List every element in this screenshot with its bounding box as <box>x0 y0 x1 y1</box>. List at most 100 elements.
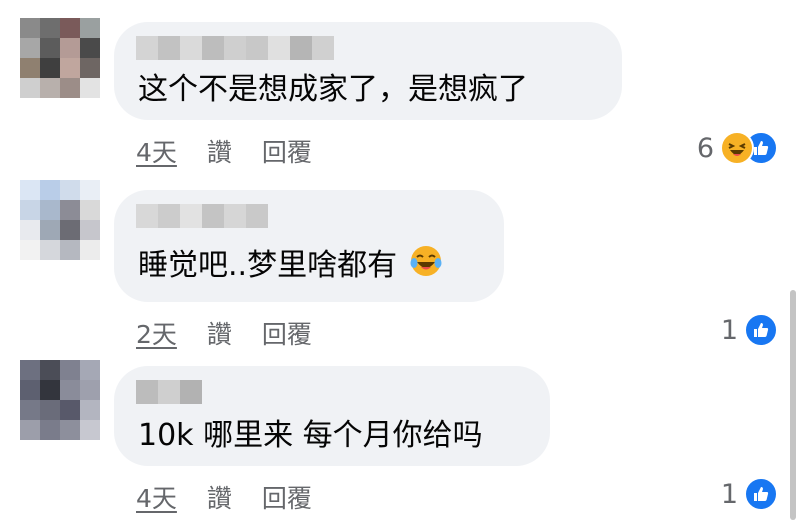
reply-button[interactable]: 回覆 <box>262 133 312 169</box>
avatar-pixel <box>80 420 100 440</box>
avatar-pixel <box>80 78 100 98</box>
like-icon <box>744 313 778 347</box>
comment-text-content: 睡觉吧..梦里啥都有 <box>138 248 398 283</box>
name-blur-block <box>136 204 158 228</box>
avatar-pixel <box>80 400 100 420</box>
avatar-pixel <box>20 400 40 420</box>
avatar-pixel <box>40 78 60 98</box>
avatar-pixel <box>20 180 40 200</box>
like-icon <box>744 477 778 511</box>
avatar-pixel <box>80 220 100 240</box>
avatar-pixel <box>40 240 60 260</box>
author-name-blurred[interactable] <box>136 36 334 60</box>
like-button[interactable]: 讚 <box>207 315 232 351</box>
avatar[interactable] <box>20 360 100 440</box>
avatar-pixel <box>20 240 40 260</box>
avatar-pixel <box>80 18 100 38</box>
avatar-pixel <box>60 360 80 380</box>
name-blur-block <box>158 36 180 60</box>
avatar-pixel <box>40 400 60 420</box>
name-blur-block <box>268 36 290 60</box>
avatar-pixel <box>60 400 80 420</box>
name-blur-block <box>224 36 246 60</box>
avatar-pixel <box>20 78 40 98</box>
avatar-pixel <box>40 360 60 380</box>
name-blur-block <box>180 36 202 60</box>
reply-button[interactable]: 回覆 <box>262 479 312 515</box>
reaction-summary[interactable]: 1 <box>721 477 778 511</box>
comment-text: 这个不是想成家了，是想疯了 <box>138 72 528 107</box>
timestamp-link[interactable]: 4天 <box>136 133 177 169</box>
avatar-pixel <box>80 200 100 220</box>
reply-button[interactable]: 回覆 <box>262 315 312 351</box>
avatar-pixel <box>20 360 40 380</box>
avatar-pixel <box>60 200 80 220</box>
avatar-pixel <box>80 360 100 380</box>
author-name-blurred[interactable] <box>136 380 202 404</box>
avatar-pixel <box>60 58 80 78</box>
name-blur-block <box>290 36 312 60</box>
avatar-pixel <box>80 380 100 400</box>
avatar-pixel <box>60 180 80 200</box>
avatar-pixel <box>60 18 80 38</box>
reaction-count: 6 <box>696 132 714 164</box>
reaction-summary[interactable]: 6 <box>697 131 778 165</box>
comment-text: 睡觉吧..梦里啥都有 <box>138 244 443 289</box>
reaction-count: 1 <box>720 478 738 510</box>
name-blur-block <box>246 204 268 228</box>
avatar-pixel <box>20 380 40 400</box>
name-blur-block <box>158 380 180 404</box>
avatar[interactable] <box>20 18 100 98</box>
avatar-pixel <box>40 380 60 400</box>
name-blur-block <box>202 36 224 60</box>
comment-actions: 4天 讚 回覆 <box>136 479 312 515</box>
avatar-pixel <box>40 420 60 440</box>
avatar-pixel <box>40 38 60 58</box>
avatar-pixel <box>40 18 60 38</box>
like-button[interactable]: 讚 <box>207 479 232 515</box>
avatar-pixel <box>60 78 80 98</box>
avatar-pixel <box>40 220 60 240</box>
avatar-pixel <box>20 200 40 220</box>
avatar-pixel <box>40 58 60 78</box>
name-blur-block <box>312 36 334 60</box>
tears-of-joy-icon <box>409 244 443 289</box>
avatar-pixel <box>60 380 80 400</box>
name-blur-block <box>224 204 246 228</box>
avatar-pixel <box>20 18 40 38</box>
avatar-pixel <box>40 180 60 200</box>
timestamp-link[interactable]: 4天 <box>136 479 177 515</box>
avatar-pixel <box>80 240 100 260</box>
name-blur-block <box>180 380 202 404</box>
name-blur-block <box>136 380 158 404</box>
name-blur-block <box>136 36 158 60</box>
scrollbar[interactable] <box>790 290 796 520</box>
comment-text: 10k 哪里来 每个月你给吗 <box>138 418 483 453</box>
comment-actions: 2天 讚 回覆 <box>136 315 312 351</box>
name-blur-block <box>158 204 180 228</box>
timestamp-link[interactable]: 2天 <box>136 315 177 351</box>
name-blur-block <box>246 36 268 60</box>
avatar-pixel <box>60 38 80 58</box>
name-blur-block <box>180 204 202 228</box>
avatar-pixel <box>20 420 40 440</box>
avatar-pixel <box>20 58 40 78</box>
avatar-pixel <box>20 220 40 240</box>
avatar-pixel <box>60 240 80 260</box>
comment-bubble: 这个不是想成家了，是想疯了 <box>114 22 622 120</box>
avatar[interactable] <box>20 180 100 260</box>
comment-bubble: 睡觉吧..梦里啥都有 <box>114 190 504 302</box>
haha-icon <box>720 131 754 165</box>
like-button[interactable]: 讚 <box>207 133 232 169</box>
avatar-pixel <box>80 58 100 78</box>
comment-bubble: 10k 哪里来 每个月你给吗 <box>114 366 550 466</box>
author-name-blurred[interactable] <box>136 204 268 228</box>
avatar-pixel <box>20 38 40 58</box>
reaction-summary[interactable]: 1 <box>721 313 778 347</box>
avatar-pixel <box>40 200 60 220</box>
avatar-pixel <box>80 180 100 200</box>
avatar-pixel <box>60 420 80 440</box>
reaction-count: 1 <box>720 314 738 346</box>
comment-actions: 4天 讚 回覆 <box>136 133 312 169</box>
name-blur-block <box>202 204 224 228</box>
